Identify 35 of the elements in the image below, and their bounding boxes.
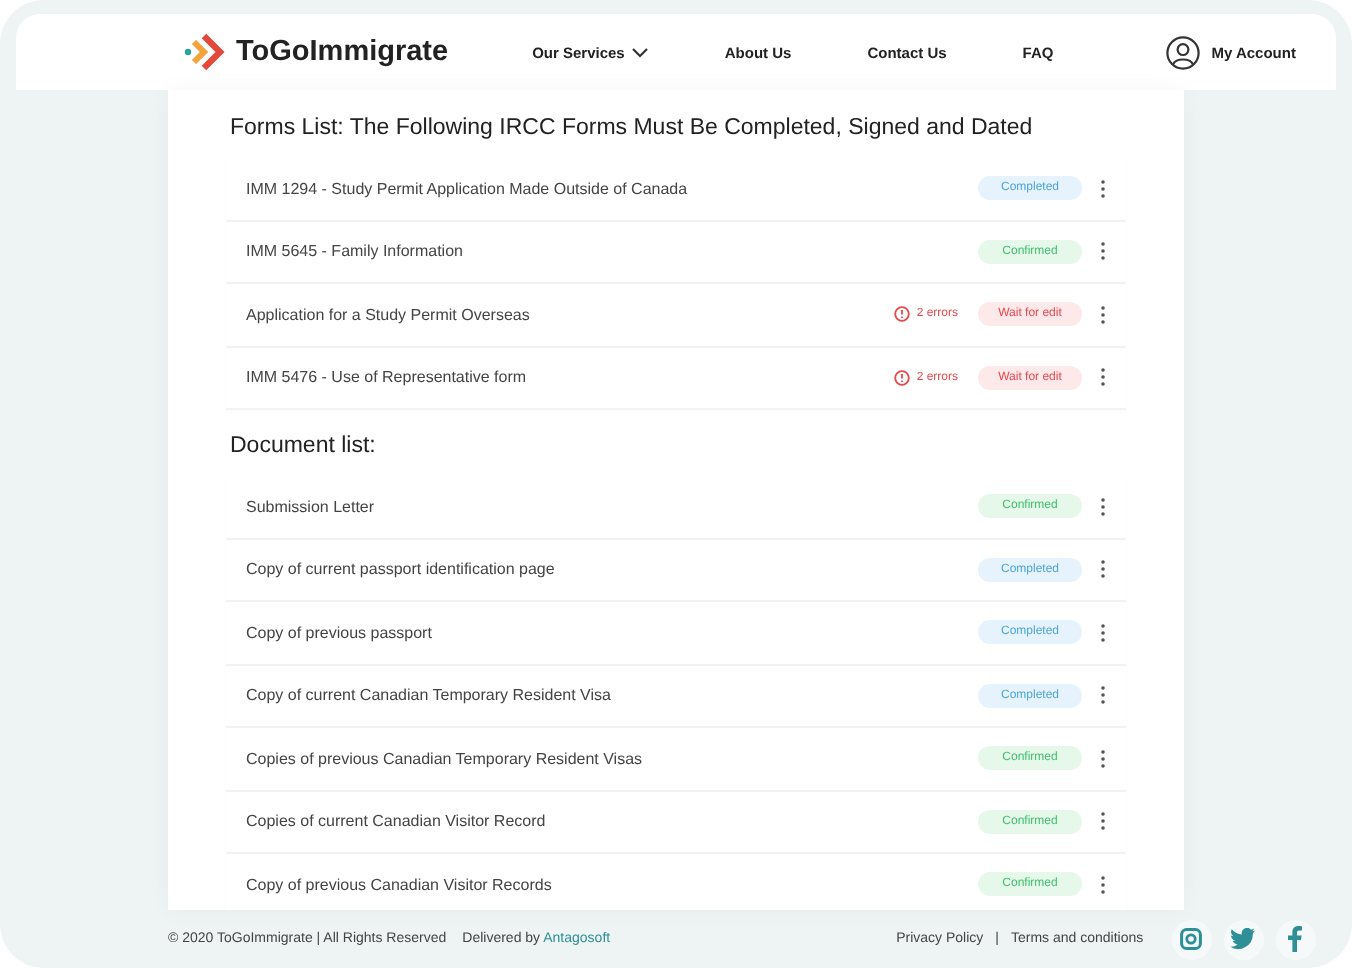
more-icon[interactable] xyxy=(1100,497,1106,516)
twitter-button[interactable] xyxy=(1223,919,1264,959)
more-icon[interactable] xyxy=(1100,368,1106,387)
more-icon[interactable] xyxy=(1100,560,1106,579)
item-name: IMM 5645 - Family Information xyxy=(246,242,465,261)
alert-icon xyxy=(894,306,911,323)
camera-icon xyxy=(1180,928,1203,950)
item-name: IMM 1294 - Study Permit Application Made Outside of Canada xyxy=(246,179,690,198)
instagram-button[interactable] xyxy=(1171,919,1212,959)
facebook-button[interactable] xyxy=(1275,919,1316,959)
more-icon[interactable] xyxy=(1100,623,1106,642)
item-name: Copies of previous Canadian Temporary Resident Visas xyxy=(246,749,645,768)
more-icon[interactable] xyxy=(1100,812,1106,831)
user-icon xyxy=(1165,35,1200,69)
item-name: Submission Letter xyxy=(246,497,377,516)
item-name: Copy of previous Canadian Visitor Records xyxy=(246,875,554,894)
bird-icon xyxy=(1230,928,1257,950)
more-icon[interactable] xyxy=(1100,242,1106,261)
more-icon[interactable] xyxy=(1100,749,1106,768)
more-icon[interactable] xyxy=(1100,875,1106,894)
alert-icon xyxy=(894,369,911,386)
item-name: Copy of previous passport xyxy=(246,623,434,642)
item-name: Copy of current Canadian Temporary Resident Visa xyxy=(246,686,613,705)
item-name: IMM 5476 - Use of Representative form xyxy=(246,368,529,387)
more-icon[interactable] xyxy=(1100,179,1106,198)
logo-text[interactable]: ToGoImmigrate xyxy=(236,36,449,68)
section-title: Forms List: The Following IRCC Forms Must Be Completed, Signed and Dated xyxy=(230,114,1035,144)
item-name: Copy of current passport identification page xyxy=(246,560,557,579)
letter-f-icon xyxy=(1288,926,1303,952)
more-icon[interactable] xyxy=(1100,686,1106,705)
item-name: Application for a Study Permit Overseas xyxy=(246,305,532,324)
chevron-logo-icon xyxy=(184,32,228,72)
item-name: Copies of current Canadian Visitor Record xyxy=(246,812,548,831)
more-icon[interactable] xyxy=(1100,305,1106,324)
section-title: Document list: xyxy=(230,432,378,462)
